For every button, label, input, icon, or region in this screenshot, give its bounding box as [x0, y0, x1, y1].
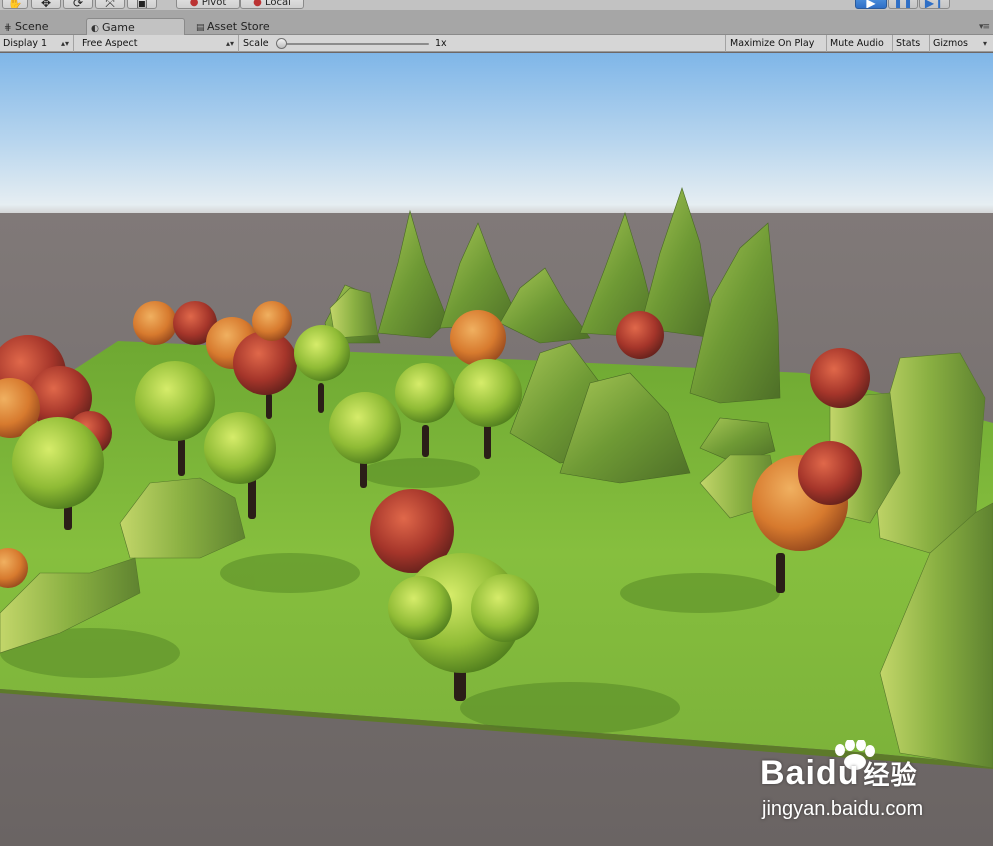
scale-label: Scale	[243, 38, 269, 49]
watermark-url: jingyan.baidu.com	[762, 798, 924, 820]
scale-slider-track[interactable]	[282, 43, 429, 45]
main-toolbar: ✋ ✥ ⟳ ⤧ ▣ ● Pivot ● Local ▶ ❚❚ ▶❙	[0, 0, 993, 10]
move-tool-icon: ✥	[40, 0, 52, 9]
dropdown-arrows-icon: ▴▾	[60, 39, 69, 48]
scale-slider-thumb[interactable]	[276, 38, 287, 49]
display-dropdown[interactable]: Display 1 ▴▾	[0, 35, 74, 52]
pivot-icon: ●	[189, 0, 199, 8]
maximize-on-play-toggle[interactable]: Maximize On Play	[727, 35, 827, 52]
aspect-value: Free Aspect	[82, 38, 138, 49]
watermark-brand-cn: 经验	[863, 760, 918, 790]
hand-tool-button[interactable]: ✋	[2, 0, 28, 9]
local-toggle[interactable]: ● Local	[240, 0, 304, 9]
rect-tool-icon: ▣	[136, 0, 148, 9]
scale-tool-button[interactable]: ⤧	[95, 0, 125, 9]
pause-button[interactable]: ❚❚	[888, 0, 918, 9]
pivot-label: Pivot	[201, 0, 227, 8]
move-tool-button[interactable]: ✥	[31, 0, 61, 9]
watermark-brand: Baidu 经验	[760, 754, 917, 793]
rotate-tool-icon: ⟳	[72, 0, 84, 9]
rect-tool-button[interactable]: ▣	[127, 0, 157, 9]
pause-icon: ❚❚	[892, 0, 914, 9]
watermark-brand-bai: Bai	[760, 754, 816, 792]
scale-tool-icon: ⤧	[105, 0, 115, 9]
tab-asset-store-label: Asset Store	[207, 20, 270, 33]
scale-value: 1x	[435, 38, 447, 49]
tab-scene[interactable]: ⋕ Scene	[0, 18, 84, 35]
aspect-dropdown[interactable]: Free Aspect ▴▾	[79, 35, 239, 52]
chevron-down-icon: ▾	[982, 39, 987, 48]
tab-game[interactable]: ◐ Game	[86, 18, 185, 35]
game-viewport[interactable]: Baidu 经验 jingyan.baidu.com	[0, 53, 993, 846]
tab-scene-label: Scene	[15, 20, 49, 33]
play-button[interactable]: ▶	[855, 0, 887, 9]
game-view-toolbar: Display 1 ▴▾ Free Aspect ▴▾ Scale 1x Maxim…	[0, 35, 993, 52]
local-icon: ●	[253, 0, 262, 8]
step-button[interactable]: ▶❙	[919, 0, 950, 9]
gizmos-dropdown[interactable]: Gizmos ▾	[930, 35, 993, 52]
tab-game-label: Game	[102, 21, 135, 34]
sky	[0, 53, 993, 218]
baidu-watermark: Baidu 经验 jingyan.baidu.com	[760, 740, 960, 832]
display-value: Display 1	[3, 38, 48, 49]
rotate-tool-button[interactable]: ⟳	[63, 0, 93, 9]
hand-tool-icon: ✋	[7, 0, 23, 9]
view-tab-bar: ⋕ Scene ◐ Game ▤ Asset Store ▾≡	[0, 10, 993, 35]
unity-editor: ✋ ✥ ⟳ ⤧ ▣ ● Pivot ● Local ▶ ❚❚ ▶❙ ⋕ Scene…	[0, 0, 993, 846]
step-icon: ▶❙	[924, 0, 945, 9]
gizmos-label: Gizmos	[933, 38, 969, 49]
watermark-brand-du: du	[815, 754, 860, 792]
mute-audio-toggle[interactable]: Mute Audio	[827, 35, 893, 52]
game-scene-render	[0, 53, 993, 846]
tab-asset-store[interactable]: ▤ Asset Store	[192, 18, 302, 35]
play-icon: ▶	[866, 0, 876, 9]
panel-menu-icon[interactable]: ▾≡	[979, 22, 990, 32]
pivot-toggle[interactable]: ● Pivot	[176, 0, 240, 9]
local-label: Local	[265, 0, 291, 8]
dropdown-arrows-icon: ▴▾	[225, 39, 234, 48]
stats-toggle[interactable]: Stats	[893, 35, 930, 52]
